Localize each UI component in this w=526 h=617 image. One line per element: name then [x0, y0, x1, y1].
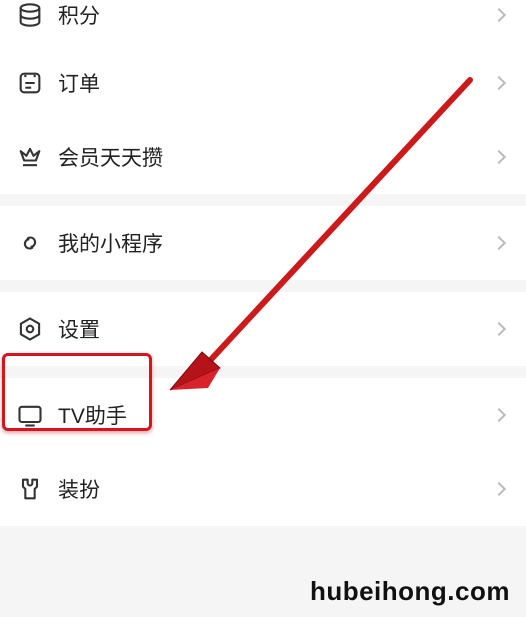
- points-icon: [16, 1, 44, 29]
- menu-item-label: 订单: [58, 68, 494, 98]
- menu-item-member-daily[interactable]: 会员天天攒: [0, 120, 526, 194]
- menu-item-settings[interactable]: 设置: [0, 292, 526, 366]
- chevron-right-icon: [492, 8, 506, 22]
- chevron-right-icon: [492, 150, 506, 164]
- tv-icon: [16, 401, 44, 429]
- menu-item-points[interactable]: 积分: [0, 0, 526, 46]
- orders-icon: [16, 69, 44, 97]
- menu-item-label: 我的小程序: [58, 228, 494, 258]
- decoration-icon: [16, 475, 44, 503]
- chevron-right-icon: [492, 482, 506, 496]
- menu-item-label: 设置: [58, 314, 494, 344]
- chevron-right-icon: [492, 236, 506, 250]
- settings-icon: [16, 315, 44, 343]
- menu-item-label: 会员天天攒: [58, 142, 494, 172]
- watermark-text: hubeihong.com: [310, 576, 510, 607]
- chevron-right-icon: [492, 322, 506, 336]
- menu-item-label: TV助手: [58, 400, 494, 430]
- mini-program-icon: [16, 229, 44, 257]
- menu-item-mini-programs[interactable]: 我的小程序: [0, 206, 526, 280]
- member-icon: [16, 143, 44, 171]
- menu-item-decoration[interactable]: 装扮: [0, 452, 526, 526]
- chevron-right-icon: [492, 408, 506, 422]
- menu-item-label: 装扮: [58, 474, 494, 504]
- chevron-right-icon: [492, 76, 506, 90]
- menu-item-tv-helper[interactable]: TV助手: [0, 378, 526, 452]
- menu-item-label: 积分: [58, 0, 494, 30]
- menu-item-orders[interactable]: 订单: [0, 46, 526, 120]
